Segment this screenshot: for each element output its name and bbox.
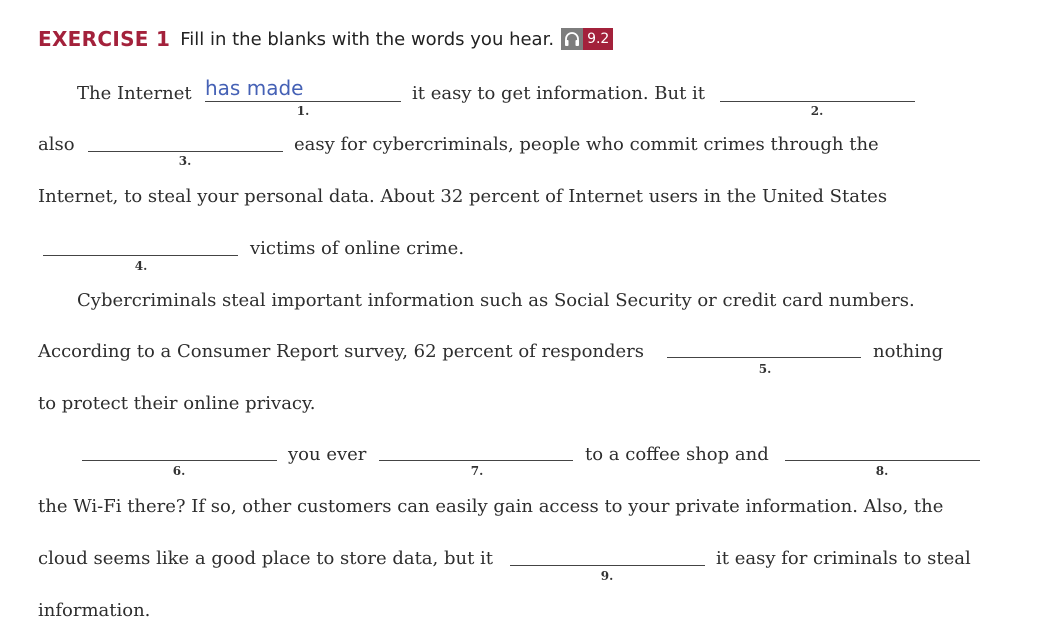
blank-number-8: 8. <box>875 464 889 478</box>
passage-text: Internet, to steal your personal data. A… <box>38 186 888 207</box>
blank-line-7[interactable] <box>379 460 573 461</box>
passage-text: nothing <box>873 341 944 362</box>
passage-text: to protect their online privacy. <box>38 393 316 414</box>
passage-text: victims of online crime. <box>250 238 465 259</box>
blank-line-3[interactable] <box>88 151 283 152</box>
passage-text: to a coffee shop and <box>585 444 769 465</box>
passage-text: also <box>38 134 75 155</box>
exercise-instruction: Fill in the blanks with the words you he… <box>180 28 555 50</box>
blank-line-5[interactable] <box>667 357 861 358</box>
blank-line-8[interactable] <box>785 460 980 461</box>
blank-number-3: 3. <box>178 154 192 168</box>
blank-line-6[interactable] <box>82 460 277 461</box>
audio-track-number[interactable]: 9.2 <box>583 28 614 50</box>
passage-text: easy for cybercriminals, people who comm… <box>294 134 879 155</box>
passage-text: cloud seems like a good place to store d… <box>38 548 494 569</box>
headphones-icon[interactable] <box>561 28 584 50</box>
blank-number-1: 1. <box>296 104 310 118</box>
passage-text: you ever <box>288 444 367 465</box>
blank-line-1[interactable] <box>205 101 401 102</box>
blank-number-9: 9. <box>600 569 614 583</box>
blank-number-5: 5. <box>758 362 772 376</box>
blank-number-6: 6. <box>172 464 186 478</box>
blank-line-2[interactable] <box>720 101 915 102</box>
blank-answer-1: has made <box>205 76 304 100</box>
passage-text: information. <box>38 600 151 621</box>
blank-number-7: 7. <box>470 464 484 478</box>
passage-text: Cybercriminals steal important informati… <box>77 290 915 311</box>
blank-line-9[interactable] <box>510 565 705 566</box>
passage-text: it easy to get information. But it <box>412 83 706 104</box>
passage-text: the Wi-Fi there? If so, other customers … <box>38 496 944 517</box>
blank-line-4[interactable] <box>43 255 238 256</box>
exercise-label: EXERCISE 1 <box>38 27 171 51</box>
blank-number-4: 4. <box>134 259 148 273</box>
passage-text: According to a Consumer Report survey, 6… <box>38 341 645 362</box>
exercise-header: EXERCISE 1 Fill in the blanks with the w… <box>38 25 614 53</box>
passage-text: The Internet <box>77 83 192 104</box>
passage-text: it easy for criminals to steal <box>716 548 971 569</box>
blank-number-2: 2. <box>810 104 824 118</box>
